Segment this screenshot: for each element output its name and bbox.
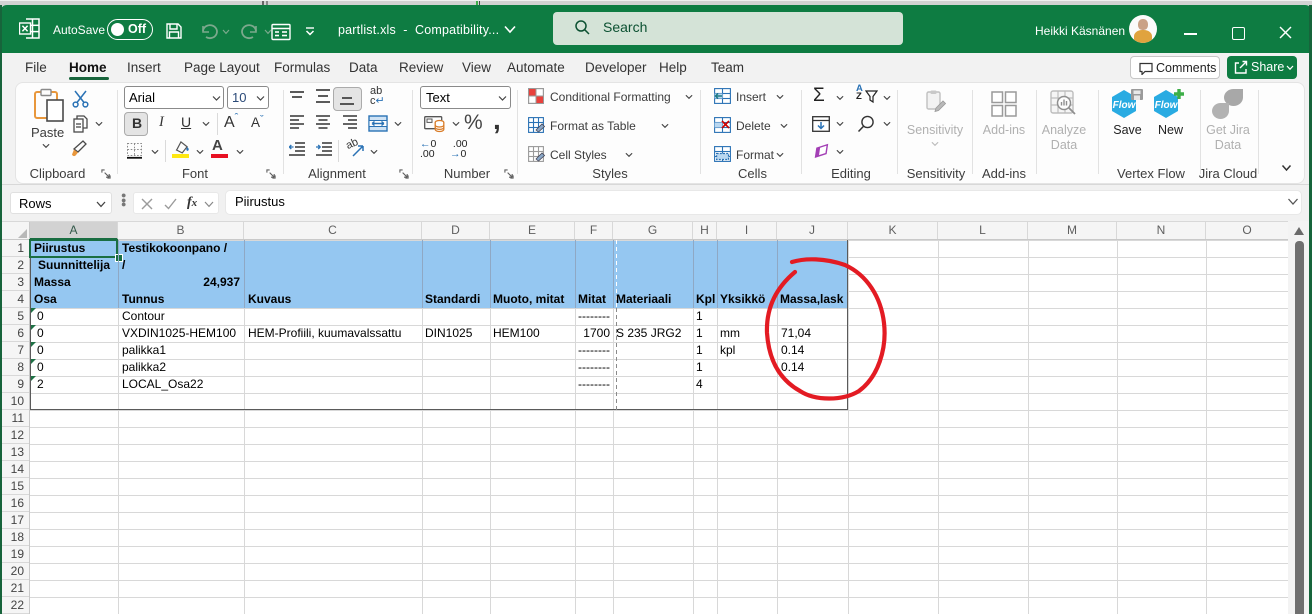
svg-text:Flow: Flow	[1113, 100, 1137, 111]
svg-text:Flow: Flow	[1155, 100, 1179, 111]
